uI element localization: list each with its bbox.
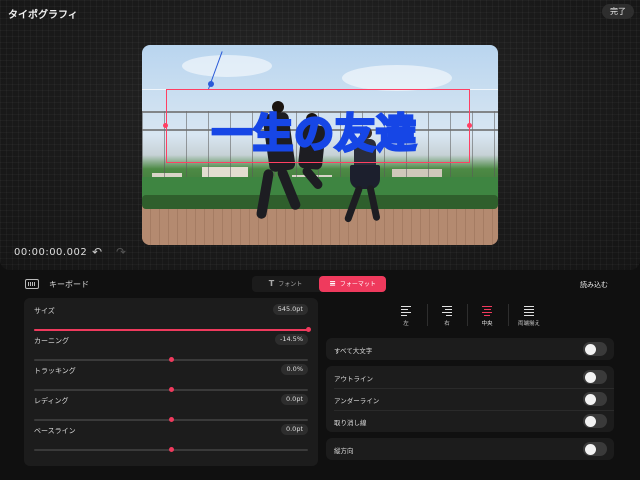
page-title: タイポグラフィ (8, 10, 78, 21)
align-justify-button[interactable]: 両端揃え (509, 300, 549, 332)
align-left-icon (401, 306, 411, 317)
strikethrough-toggle[interactable] (583, 414, 607, 428)
keyboard-label[interactable]: キーボード (49, 279, 89, 290)
hedge (142, 195, 498, 209)
align-left-button[interactable]: 左 (386, 300, 426, 332)
slider-track[interactable] (34, 357, 308, 362)
toggle-group-caps: すべて大文字 (326, 338, 614, 360)
snap-guide (470, 89, 498, 90)
slider-value[interactable]: 0.0pt (280, 394, 308, 405)
align-center-button[interactable]: 中央 (467, 300, 507, 332)
tab-format[interactable]: ≡ フォーマット (319, 276, 386, 292)
slider-label: カーニング (34, 337, 69, 345)
text-selection-box[interactable] (166, 89, 470, 163)
slider-baseline: ベースライン 0.0pt (24, 424, 318, 456)
preview-canvas[interactable]: 一生の友達 (142, 45, 498, 245)
keyboard-icon[interactable] (25, 279, 39, 289)
slider-value[interactable]: 545.0pt (272, 304, 308, 315)
toggle-group-decoration: アウトライン アンダーライン 取り消し線 (326, 366, 614, 432)
slider-label: トラッキング (34, 367, 76, 375)
slider-value[interactable]: 0.0% (281, 364, 308, 375)
vertical-toggle[interactable] (583, 442, 607, 456)
slider-track[interactable] (34, 387, 308, 392)
toggle-row-strikethrough: 取り消し線 (326, 410, 614, 432)
align-right-button[interactable]: 右 (427, 300, 467, 332)
slider-panel: サイズ 545.0pt カーニング -14.5% トラッキング 0.0% レディ… (24, 298, 318, 466)
underline-toggle[interactable] (583, 392, 607, 406)
slider-thumb[interactable] (168, 387, 174, 392)
align-justify-icon (524, 306, 534, 317)
slider-track[interactable] (34, 417, 308, 422)
slider-track[interactable] (34, 447, 308, 452)
cloud (182, 55, 272, 77)
load-button[interactable]: 読み込む (580, 280, 608, 290)
slider-thumb[interactable] (305, 327, 311, 332)
slider-value[interactable]: 0.0pt (280, 424, 308, 435)
person-skirt (350, 165, 380, 189)
all-caps-toggle[interactable] (583, 342, 607, 356)
toggle-row-outline: アウトライン (326, 366, 614, 388)
slider-label: レディング (34, 397, 69, 405)
cloud (342, 65, 452, 91)
format-lines-icon: ≡ (329, 279, 336, 288)
alignment-bar: 左 右 中央 両端揃え (326, 300, 614, 332)
slider-leading: レディング 0.0pt (24, 394, 318, 426)
preview-area: タイポグラフィ 完了 一生の友達 00:00:00.002 ↶ ↷ (0, 0, 640, 270)
timecode: 00:00:00.002 (14, 247, 88, 258)
undo-icon[interactable]: ↶ (92, 245, 102, 259)
slider-label: サイズ (34, 307, 55, 315)
slider-value[interactable]: -14.5% (275, 334, 308, 345)
font-t-icon: T (268, 279, 275, 288)
done-button[interactable]: 完了 (602, 4, 634, 19)
slider-size: サイズ 545.0pt (24, 304, 318, 336)
resize-handle-left[interactable] (163, 123, 168, 128)
slider-thumb[interactable] (168, 417, 174, 422)
slider-label: ベースライン (34, 427, 76, 435)
tab-font[interactable]: T フォント (252, 276, 319, 292)
rotation-handle[interactable] (208, 81, 214, 87)
toggle-row-vertical: 縦方向 (326, 438, 614, 460)
slider-tracking: トラッキング 0.0% (24, 364, 318, 396)
outline-toggle[interactable] (583, 370, 607, 384)
align-center-icon (482, 306, 492, 317)
toggle-row-underline: アンダーライン (326, 388, 614, 410)
resize-handle-right[interactable] (467, 123, 472, 128)
align-right-icon (442, 306, 452, 317)
redo-icon[interactable]: ↷ (116, 245, 126, 259)
toggle-row-all-caps: すべて大文字 (326, 338, 614, 360)
snap-guide (142, 89, 166, 90)
slider-track[interactable] (34, 327, 311, 332)
tab-switcher: T フォント ≡ フォーマット (252, 276, 386, 292)
slider-thumb[interactable] (168, 357, 174, 362)
brick-ground (142, 209, 498, 245)
toggle-group-vertical: 縦方向 (326, 438, 614, 460)
slider-thumb[interactable] (168, 447, 174, 452)
slider-kerning: カーニング -14.5% (24, 334, 318, 366)
